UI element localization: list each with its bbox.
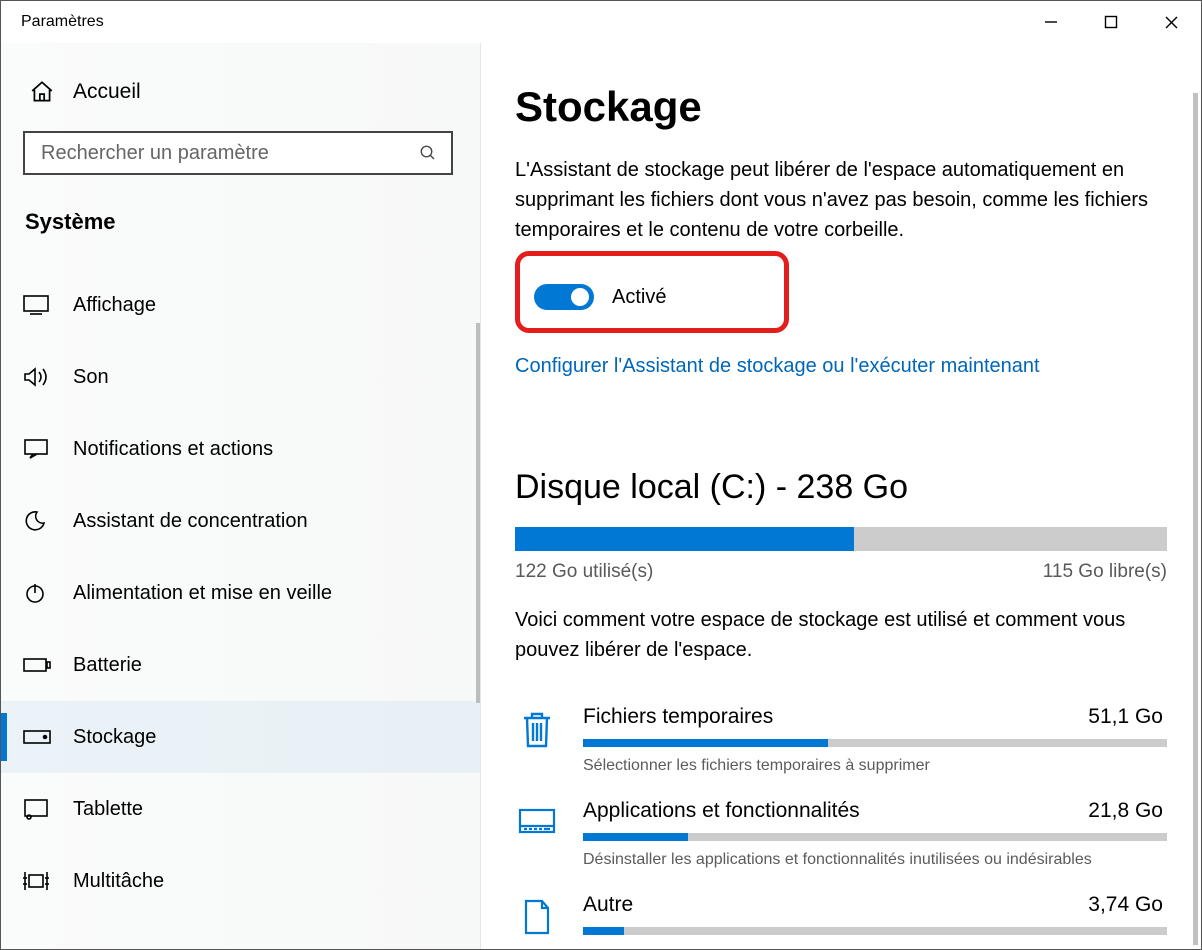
sidebar-item-display[interactable]: Affichage	[1, 269, 480, 341]
tablet-icon	[23, 798, 63, 820]
close-button[interactable]	[1141, 1, 1201, 43]
battery-icon	[23, 657, 63, 673]
sidebar: Accueil Système	[1, 43, 481, 949]
nav-list: Affichage Son No	[1, 269, 480, 917]
disk-usage-bar-fill	[515, 527, 854, 551]
trash-icon	[515, 709, 559, 749]
sidebar-home-label: Accueil	[73, 80, 141, 104]
search-container	[1, 121, 480, 191]
category-size: 21,8 Go	[1088, 799, 1163, 823]
notifications-icon	[23, 438, 63, 460]
sidebar-item-label: Batterie	[73, 654, 142, 677]
settings-window: Paramètres Accueil	[0, 0, 1202, 950]
search-box[interactable]	[23, 131, 453, 175]
sidebar-home[interactable]: Accueil	[1, 63, 480, 121]
window-controls	[1021, 1, 1201, 43]
file-icon	[515, 897, 559, 937]
sidebar-item-label: Affichage	[73, 294, 156, 317]
sidebar-scrollbar[interactable]	[476, 323, 480, 703]
category-sub: Désinstaller les applications et fonctio…	[583, 851, 1167, 869]
maximize-button[interactable]	[1081, 1, 1141, 43]
home-icon	[29, 79, 65, 105]
sidebar-item-label: Tablette	[73, 798, 143, 821]
usage-description: Voici comment votre espace de stockage e…	[515, 605, 1155, 665]
storage-icon	[23, 729, 63, 745]
storage-sense-toggle-label: Activé	[612, 286, 666, 309]
sidebar-item-multitask[interactable]: Multitâche	[1, 845, 480, 917]
titlebar: Paramètres	[1, 1, 1201, 43]
highlight-annotation: Activé	[515, 251, 789, 333]
category-size: 51,1 Go	[1088, 705, 1163, 729]
sidebar-item-storage[interactable]: Stockage	[1, 701, 480, 773]
sidebar-item-label: Assistant de concentration	[73, 510, 308, 533]
content-scrollbar[interactable]	[1193, 93, 1198, 945]
storage-assist-description: L'Assistant de stockage peut libérer de …	[515, 155, 1155, 245]
category-apps[interactable]: Applications et fonctionnalités 21,8 Go …	[515, 781, 1167, 875]
toggle-knob	[571, 288, 589, 306]
storage-sense-toggle[interactable]	[534, 284, 594, 310]
category-label: Applications et fonctionnalités	[583, 799, 860, 823]
display-icon	[23, 295, 63, 315]
category-sub: Sélectionner les fichiers temporaires à …	[583, 757, 1167, 775]
disk-title: Disque local (C:) - 238 Go	[515, 468, 1167, 507]
apps-icon	[515, 803, 559, 843]
window-title: Paramètres	[21, 13, 104, 31]
sidebar-item-label: Son	[73, 366, 109, 389]
minimize-button[interactable]	[1021, 1, 1081, 43]
sidebar-section-title: Système	[1, 191, 480, 239]
sidebar-item-label: Multitâche	[73, 870, 164, 893]
disk-free-label: 115 Go libre(s)	[1043, 561, 1167, 583]
power-icon	[23, 581, 63, 605]
sidebar-item-sound[interactable]: Son	[1, 341, 480, 413]
category-bar	[583, 739, 1167, 747]
sidebar-item-power[interactable]: Alimentation et mise en veille	[1, 557, 480, 629]
category-temp-files[interactable]: Fichiers temporaires 51,1 Go Sélectionne…	[515, 687, 1167, 781]
storage-sense-toggle-row: Activé	[528, 274, 684, 320]
sidebar-item-label: Alimentation et mise en veille	[73, 582, 332, 605]
sidebar-item-label: Stockage	[73, 726, 156, 749]
disk-usage-labels: 122 Go utilisé(s) 115 Go libre(s)	[515, 561, 1167, 583]
sidebar-item-tablet[interactable]: Tablette	[1, 773, 480, 845]
sidebar-item-battery[interactable]: Batterie	[1, 629, 480, 701]
sidebar-item-notifications[interactable]: Notifications et actions	[1, 413, 480, 485]
category-size: 3,74 Go	[1088, 893, 1163, 917]
page-title: Stockage	[515, 83, 1167, 131]
disk-used-label: 122 Go utilisé(s)	[515, 561, 653, 583]
sidebar-item-label: Notifications et actions	[73, 438, 273, 461]
category-list: Fichiers temporaires 51,1 Go Sélectionne…	[515, 687, 1167, 943]
content: Stockage L'Assistant de stockage peut li…	[481, 43, 1201, 949]
sound-icon	[23, 366, 63, 388]
moon-icon	[23, 509, 63, 533]
category-bar	[583, 833, 1167, 841]
category-label: Fichiers temporaires	[583, 705, 773, 729]
category-bar	[583, 927, 1167, 935]
category-label: Autre	[583, 893, 633, 917]
body: Accueil Système	[1, 43, 1201, 949]
sidebar-item-focus-assist[interactable]: Assistant de concentration	[1, 485, 480, 557]
search-input[interactable]	[39, 141, 399, 166]
category-other[interactable]: Autre 3,74 Go	[515, 875, 1167, 943]
search-icon	[419, 144, 437, 162]
disk-usage-bar	[515, 527, 1167, 551]
multitask-icon	[23, 870, 63, 892]
configure-storage-sense-link[interactable]: Configurer l'Assistant de stockage ou l'…	[515, 355, 1040, 378]
